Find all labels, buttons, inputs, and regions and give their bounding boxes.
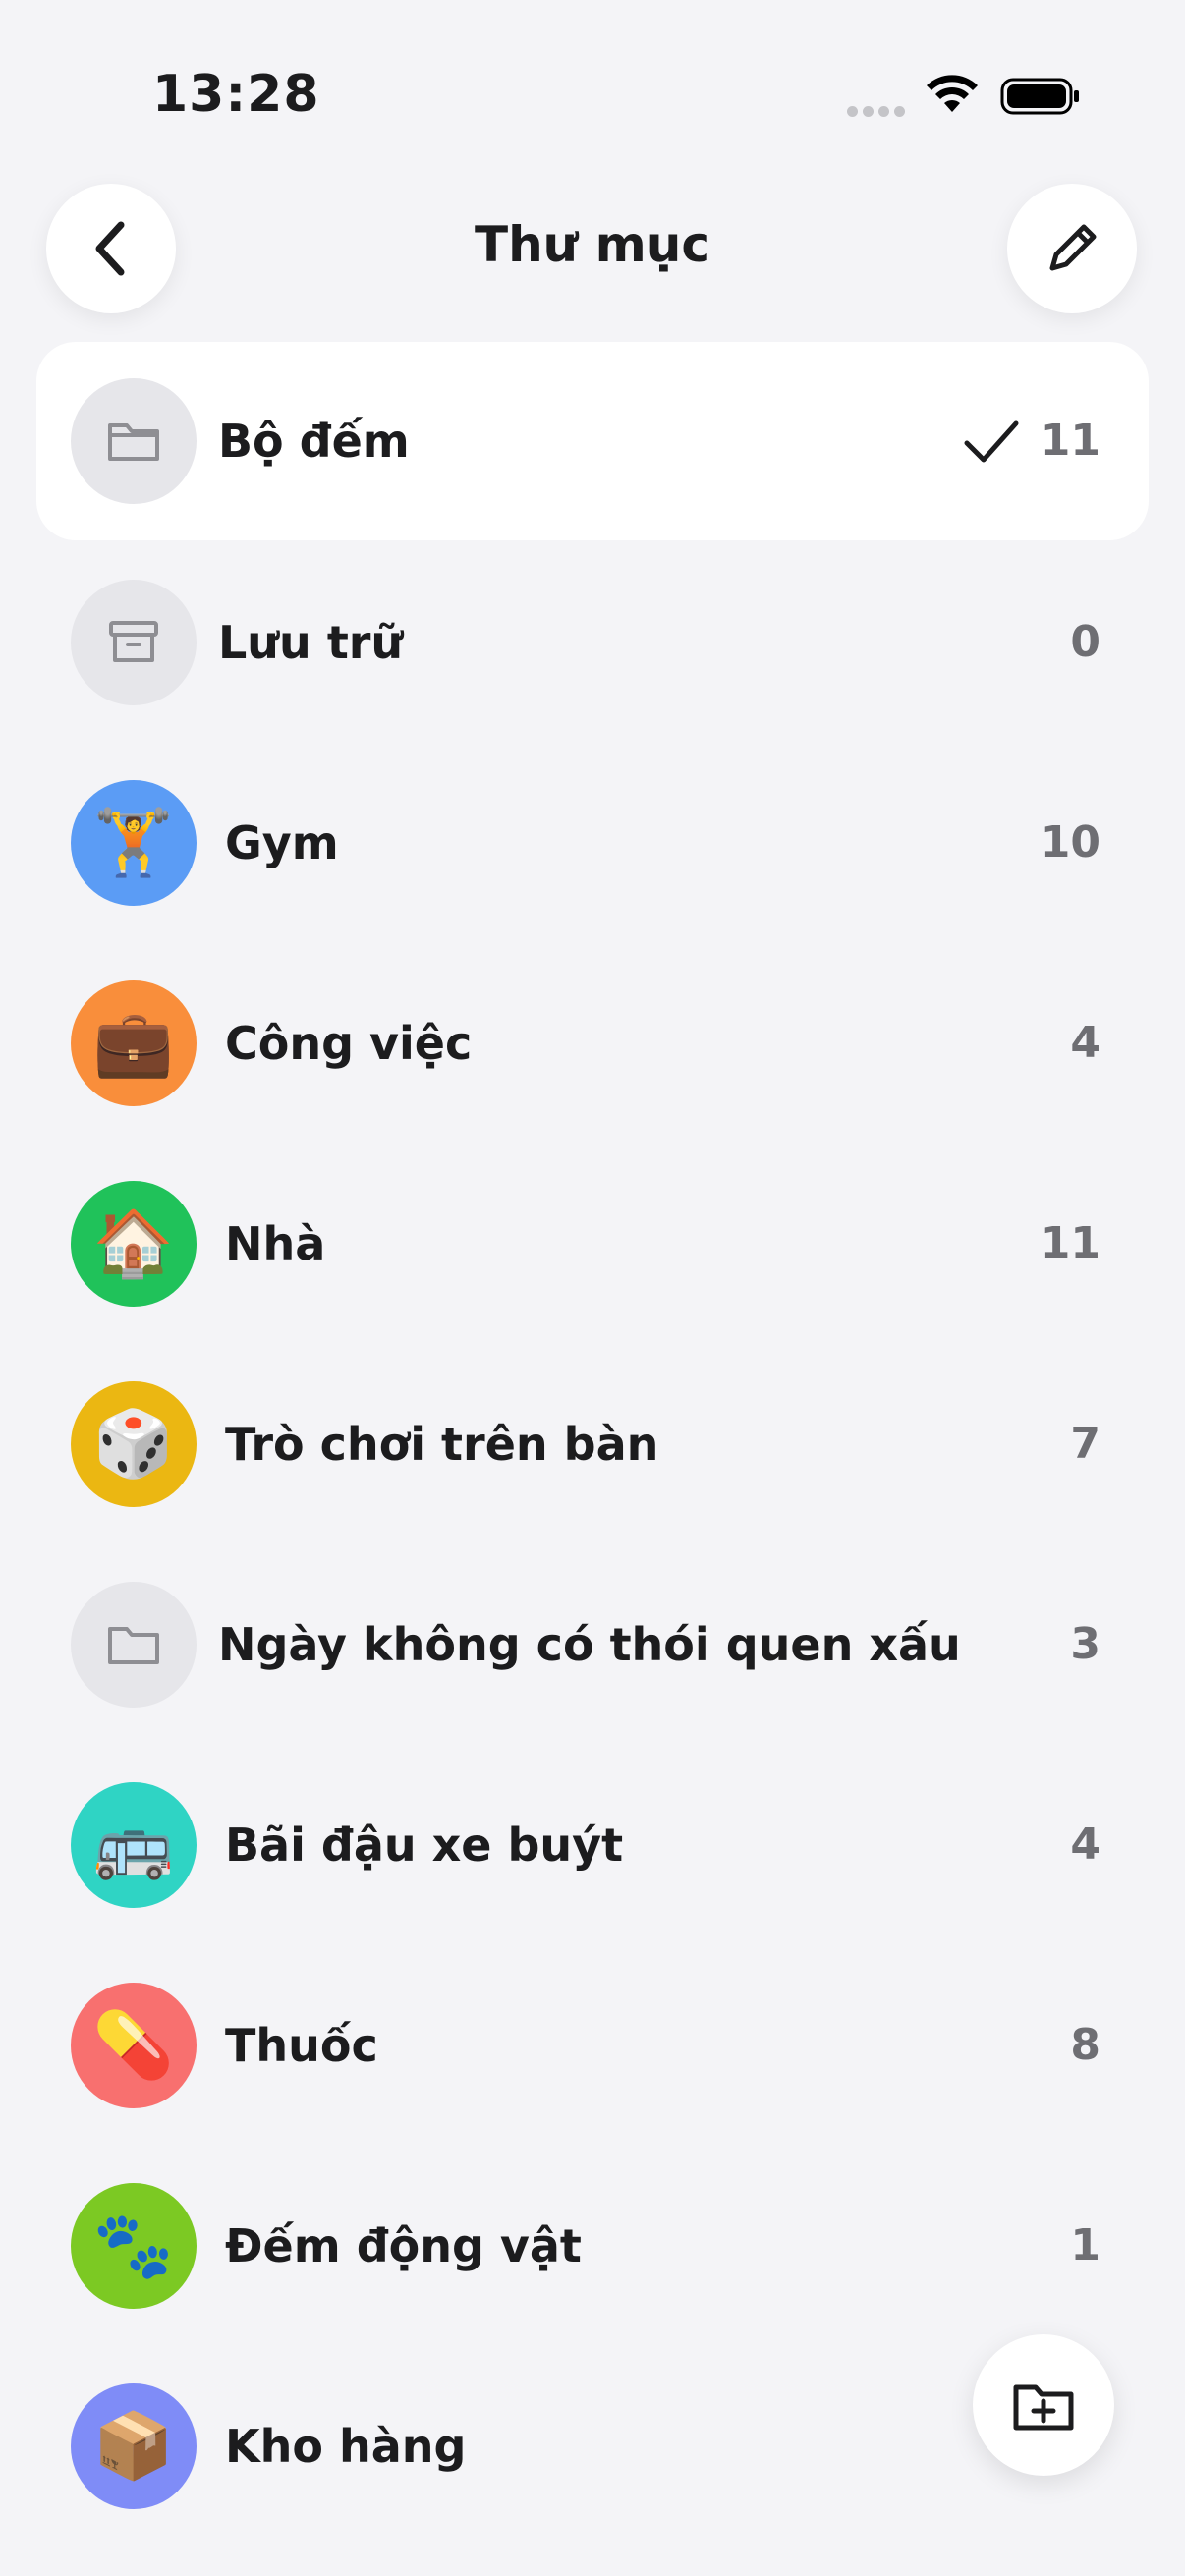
add-folder-button[interactable] xyxy=(973,2334,1114,2476)
wifi-icon xyxy=(927,75,978,112)
folder-row-work[interactable]: 💼 Công việc 4 xyxy=(0,943,1185,1144)
folder-count: 1 xyxy=(1070,2220,1100,2270)
folder-label: Trò chơi trên bàn xyxy=(225,1418,659,1471)
folder-row-no-bad-habits[interactable]: Ngày không có thói quen xấu 3 xyxy=(0,1544,1185,1745)
paw-prints-emoji-icon: 🐾 xyxy=(71,2183,197,2309)
folder-count: 3 xyxy=(1070,1619,1100,1669)
briefcase-emoji-icon: 💼 xyxy=(71,980,197,1106)
folder-list: Bộ đếm 11 Lưu trữ 0 🏋️ Gym 10 💼 Công việ… xyxy=(0,342,1185,2547)
folder-count: 10 xyxy=(1040,817,1100,868)
folder-label: Gym xyxy=(225,816,339,869)
house-emoji-icon: 🏠 xyxy=(71,1181,197,1307)
pencil-icon xyxy=(1049,224,1097,271)
checkmark-icon xyxy=(964,420,1019,463)
folder-plus-icon xyxy=(1013,2384,1074,2431)
folder-row-medicine[interactable]: 💊 Thuốc 8 xyxy=(0,1945,1185,2146)
folder-row-counters[interactable]: Bộ đếm 11 xyxy=(36,342,1149,540)
die-emoji-icon: 🎲 xyxy=(71,1381,197,1507)
folder-row-board-games[interactable]: 🎲 Trò chơi trên bàn 7 xyxy=(0,1344,1185,1544)
folder-row-archive[interactable]: Lưu trữ 0 xyxy=(0,542,1185,743)
folder-count: 11 xyxy=(1040,1218,1100,1268)
edit-button[interactable] xyxy=(1007,184,1137,313)
folder-count: 11 xyxy=(1040,416,1100,466)
status-bar: 13:28 xyxy=(0,0,1185,187)
bus-emoji-icon: 🚌 xyxy=(71,1782,197,1908)
folder-label: Đếm động vật xyxy=(225,2219,582,2272)
folder-count: 4 xyxy=(1070,1018,1100,1068)
weightlifter-emoji-icon: 🏋️ xyxy=(71,780,197,906)
folder-row-home[interactable]: 🏠 Nhà 11 xyxy=(0,1144,1185,1344)
folder-label: Kho hàng xyxy=(225,2420,467,2473)
folder-label: Bộ đếm xyxy=(218,415,410,468)
folder-label: Nhà xyxy=(225,1217,326,1270)
folder-count: 8 xyxy=(1070,2020,1100,2070)
folder-label: Lưu trữ xyxy=(218,616,404,669)
pill-emoji-icon: 💊 xyxy=(71,1983,197,2108)
folder-count: 4 xyxy=(1070,1820,1100,1870)
archive-box-icon xyxy=(71,580,197,705)
folder-row-animal-count[interactable]: 🐾 Đếm động vật 1 xyxy=(0,2146,1185,2346)
folder-row-gym[interactable]: 🏋️ Gym 10 xyxy=(0,743,1185,943)
folder-label: Công việc xyxy=(225,1017,473,1070)
battery-icon xyxy=(1000,78,1079,115)
folder-label: Ngày không có thói quen xấu xyxy=(218,1618,961,1671)
folder-label: Bãi đậu xe buýt xyxy=(225,1819,624,1872)
folder-label: Thuốc xyxy=(225,2019,378,2072)
folder-icon xyxy=(71,1582,197,1708)
folder-count: 0 xyxy=(1070,617,1100,667)
status-time: 13:28 xyxy=(152,65,320,124)
folder-row-bus-parking[interactable]: 🚌 Bãi đậu xe buýt 4 xyxy=(0,1745,1185,1945)
cellular-signal-icon xyxy=(847,102,910,121)
package-emoji-icon: 📦 xyxy=(71,2383,197,2509)
folder-icon xyxy=(71,378,197,504)
folder-count: 7 xyxy=(1070,1419,1100,1469)
